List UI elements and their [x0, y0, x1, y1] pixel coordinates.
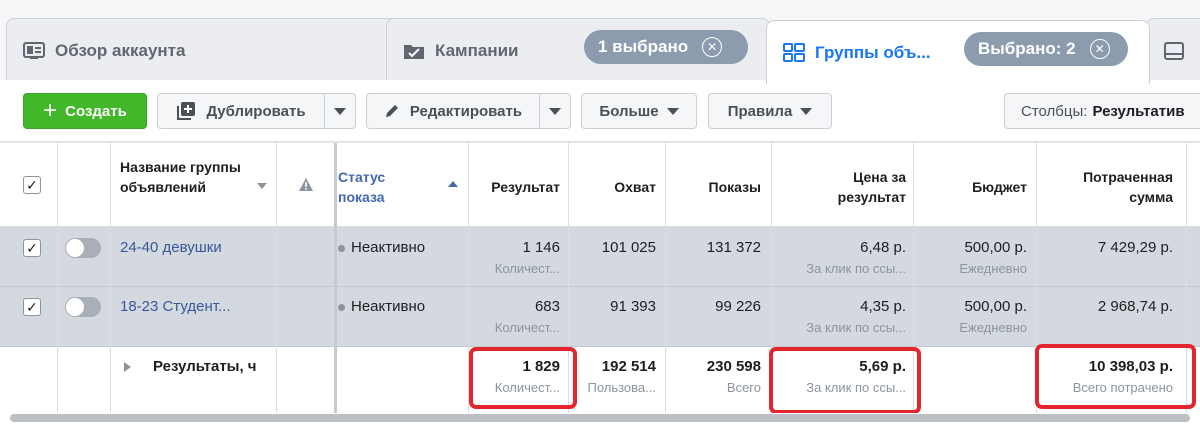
edit-button[interactable]: Редактировать [366, 93, 540, 129]
columns-value: Результатив [1092, 102, 1185, 120]
results-sub: Количест... [494, 261, 560, 276]
budget-value: 500,00 р. [964, 239, 1027, 256]
rules-label: Правила [727, 102, 793, 120]
totals-reach-value: 192 514 [601, 358, 656, 375]
impressions-value: 99 226 [715, 298, 761, 315]
adsets-grid-icon [783, 42, 805, 63]
column-header-cost[interactable]: Цена за результат [790, 167, 906, 207]
column-header-reach[interactable]: Охват [570, 177, 656, 197]
highlight-results-total [469, 347, 577, 409]
status-cell: Неактивно [338, 298, 425, 315]
more-button[interactable]: Больше [581, 93, 697, 129]
column-header-budget[interactable]: Бюджет [915, 177, 1027, 197]
edit-dropdown-button[interactable] [539, 93, 571, 129]
horizontal-scrollbar[interactable] [0, 413, 1200, 438]
adset-name-link[interactable]: 24-40 девушки [120, 239, 222, 256]
column-header-impressions[interactable]: Показы [665, 177, 762, 197]
create-button[interactable]: + Создать [23, 93, 147, 129]
duplicate-icon [176, 101, 196, 121]
tab-campaigns-label: Кампании [435, 40, 519, 60]
cost-value: 4,35 р. [860, 298, 906, 315]
pencil-icon [384, 103, 400, 119]
results-value: 683 [534, 298, 560, 315]
close-circle-icon[interactable]: ✕ [1089, 39, 1110, 59]
ads-icon [1163, 41, 1185, 61]
adset-name-link[interactable]: 18-23 Студент... [120, 298, 231, 315]
rules-button[interactable]: Правила [708, 93, 832, 129]
row-toggle[interactable] [65, 297, 101, 317]
caret-down-icon[interactable] [257, 183, 267, 189]
toolbar: + Создать Дублировать Редактировать Боль… [0, 80, 1200, 142]
column-header-name[interactable]: Название группы объявлений [120, 157, 250, 197]
create-label: Создать [65, 102, 127, 120]
table-header: ✓ Название группы объявлений Статус пока… [0, 143, 1200, 227]
tab-bar: Обзор аккаунта Кампании 1 выбрано ✕ Груп… [0, 0, 1200, 84]
reach-value: 91 393 [610, 298, 656, 315]
cost-sub: За клик по ссы... [806, 261, 906, 276]
table-row[interactable] [0, 227, 1200, 287]
highlight-spent-total [1035, 344, 1196, 409]
status-dot [338, 244, 345, 252]
totals-label: Результаты, ч [153, 358, 257, 375]
caret-down-icon [334, 107, 346, 115]
row-checkbox[interactable]: ✓ [23, 298, 41, 316]
duplicate-label: Дублировать [206, 102, 306, 120]
caret-down-icon [666, 107, 679, 115]
spent-value: 2 968,74 р. [1097, 298, 1173, 315]
columns-prefix: Столбцы: [1021, 102, 1088, 120]
close-circle-icon[interactable]: ✕ [702, 37, 723, 57]
campaigns-selected-badge[interactable]: 1 выбрано ✕ [584, 30, 748, 64]
tab-account-overview[interactable]: Обзор аккаунта [6, 18, 402, 82]
column-header-results[interactable]: Результат [474, 177, 560, 197]
highlight-cost-total [769, 347, 921, 414]
sort-up-icon[interactable] [448, 181, 458, 187]
more-label: Больше [599, 102, 659, 120]
duplicate-dropdown-button[interactable] [324, 93, 356, 129]
column-header-spent[interactable]: Потраченная сумма [1040, 167, 1173, 207]
budget-value: 500,00 р. [964, 298, 1027, 315]
tab-ads[interactable] [1146, 18, 1200, 82]
adsets-badge-label: Выбрано: 2 [978, 39, 1076, 58]
status-dot [338, 303, 345, 311]
warning-icon [298, 177, 314, 192]
table-row[interactable] [0, 287, 1200, 347]
tab-account-label: Обзор аккаунта [55, 40, 186, 60]
campaign-folder-icon [403, 41, 425, 61]
caret-down-icon [549, 107, 561, 115]
row-checkbox[interactable]: ✓ [23, 239, 41, 257]
results-sub: Количест... [494, 320, 560, 335]
edit-label: Редактировать [409, 102, 523, 120]
totals-impressions-sub: Всего [726, 380, 761, 395]
spent-value: 7 429,29 р. [1097, 239, 1173, 256]
expand-arrow-icon[interactable] [124, 362, 131, 372]
reach-value: 101 025 [601, 239, 656, 256]
row-toggle[interactable] [65, 238, 101, 258]
columns-button[interactable]: Столбцы: Результатив [1004, 93, 1200, 129]
budget-sub: Ежедневно [959, 261, 1027, 276]
plus-icon: + [43, 97, 58, 124]
status-text: Неактивно [351, 239, 426, 256]
results-value: 1 146 [522, 239, 560, 256]
duplicate-button[interactable]: Дублировать [157, 93, 325, 129]
status-cell: Неактивно [338, 239, 425, 256]
totals-impressions-value: 230 598 [706, 358, 761, 375]
select-all-checkbox[interactable]: ✓ [23, 176, 41, 194]
tab-adsets-label: Группы объ... [815, 42, 931, 62]
totals-reach-sub: Пользова... [587, 380, 656, 395]
column-header-status[interactable]: Статус показа [338, 167, 418, 207]
budget-sub: Ежедневно [959, 320, 1027, 335]
cost-sub: За клик по ссы... [806, 320, 906, 335]
adsets-table: ✓ Название группы объявлений Статус пока… [0, 143, 1200, 414]
status-text: Неактивно [351, 298, 426, 315]
account-overview-icon [23, 41, 45, 61]
impressions-value: 131 372 [706, 239, 761, 256]
cost-value: 6,48 р. [860, 239, 906, 256]
caret-down-icon [800, 107, 813, 115]
scrollbar-thumb[interactable] [10, 414, 1190, 422]
campaigns-badge-label: 1 выбрано [598, 37, 689, 56]
adsets-selected-badge[interactable]: Выбрано: 2 ✕ [964, 32, 1128, 66]
